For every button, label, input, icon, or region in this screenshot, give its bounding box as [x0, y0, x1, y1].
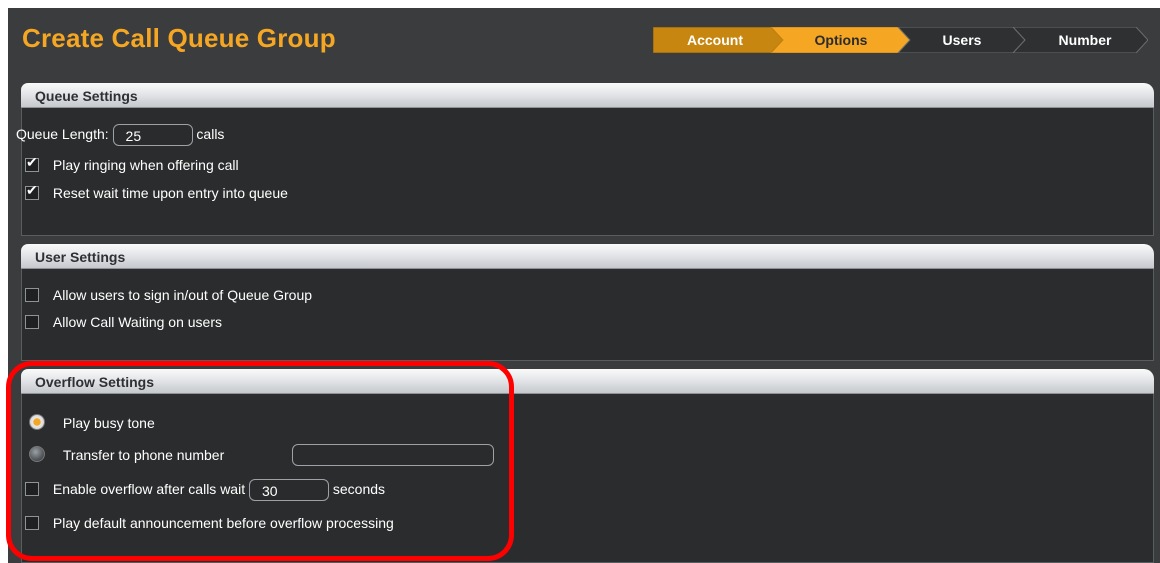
user-settings-body: Allow users to sign in/out of Queue Grou… — [21, 269, 1154, 361]
queue-settings-body: Queue Length: 25 calls ✔ Play ringing wh… — [16, 108, 1154, 236]
queue-length-input[interactable]: 25 — [112, 124, 193, 147]
allow-signin-option[interactable]: Allow users to sign in/out of Queue Grou… — [25, 285, 312, 305]
queue-settings-header: Queue Settings — [21, 83, 1154, 108]
allow-call-waiting-option[interactable]: Allow Call Waiting on users — [25, 312, 222, 332]
queue-length-unit: calls — [196, 126, 225, 142]
queue-settings-panel: Queue Settings Queue Length: 25 calls ✔ … — [16, 83, 1154, 236]
wizard-step-number[interactable]: Number — [1025, 27, 1145, 53]
play-ringing-option[interactable]: ✔ Play ringing when offering call — [25, 154, 239, 175]
wizard-step-options[interactable]: Options — [779, 27, 903, 53]
reset-wait-label: Reset wait time upon entry into queue — [52, 185, 288, 201]
allow-signin-label: Allow users to sign in/out of Queue Grou… — [52, 287, 313, 303]
page-title: Create Call Queue Group — [22, 23, 336, 53]
play-ringing-label: Play ringing when offering call — [52, 157, 239, 173]
wizard-steps: Account Options Users Number — [653, 27, 1148, 53]
allow-call-waiting-label: Allow Call Waiting on users — [52, 314, 222, 330]
reset-wait-checkbox[interactable]: ✔ — [25, 182, 39, 200]
user-settings-header: User Settings — [21, 244, 1154, 269]
wizard-step-users[interactable]: Users — [906, 27, 1018, 53]
user-settings-panel: User Settings Allow users to sign in/out… — [21, 244, 1154, 361]
user-settings-title: User Settings — [35, 249, 126, 265]
reset-wait-option[interactable]: ✔ Reset wait time upon entry into queue — [25, 182, 288, 203]
checkmark-icon: ✔ — [26, 154, 38, 170]
play-ringing-checkbox[interactable]: ✔ — [25, 154, 39, 172]
checkmark-icon: ✔ — [26, 182, 38, 198]
allow-signin-checkbox[interactable] — [25, 288, 39, 302]
queue-length-row: Queue Length: 25 calls — [16, 124, 225, 147]
wizard-step-account[interactable]: Account — [653, 27, 777, 53]
queue-length-label: Queue Length: — [16, 126, 109, 142]
queue-settings-title: Queue Settings — [35, 88, 138, 104]
highlight-annotation — [6, 361, 514, 561]
allow-call-waiting-checkbox[interactable] — [25, 315, 39, 329]
